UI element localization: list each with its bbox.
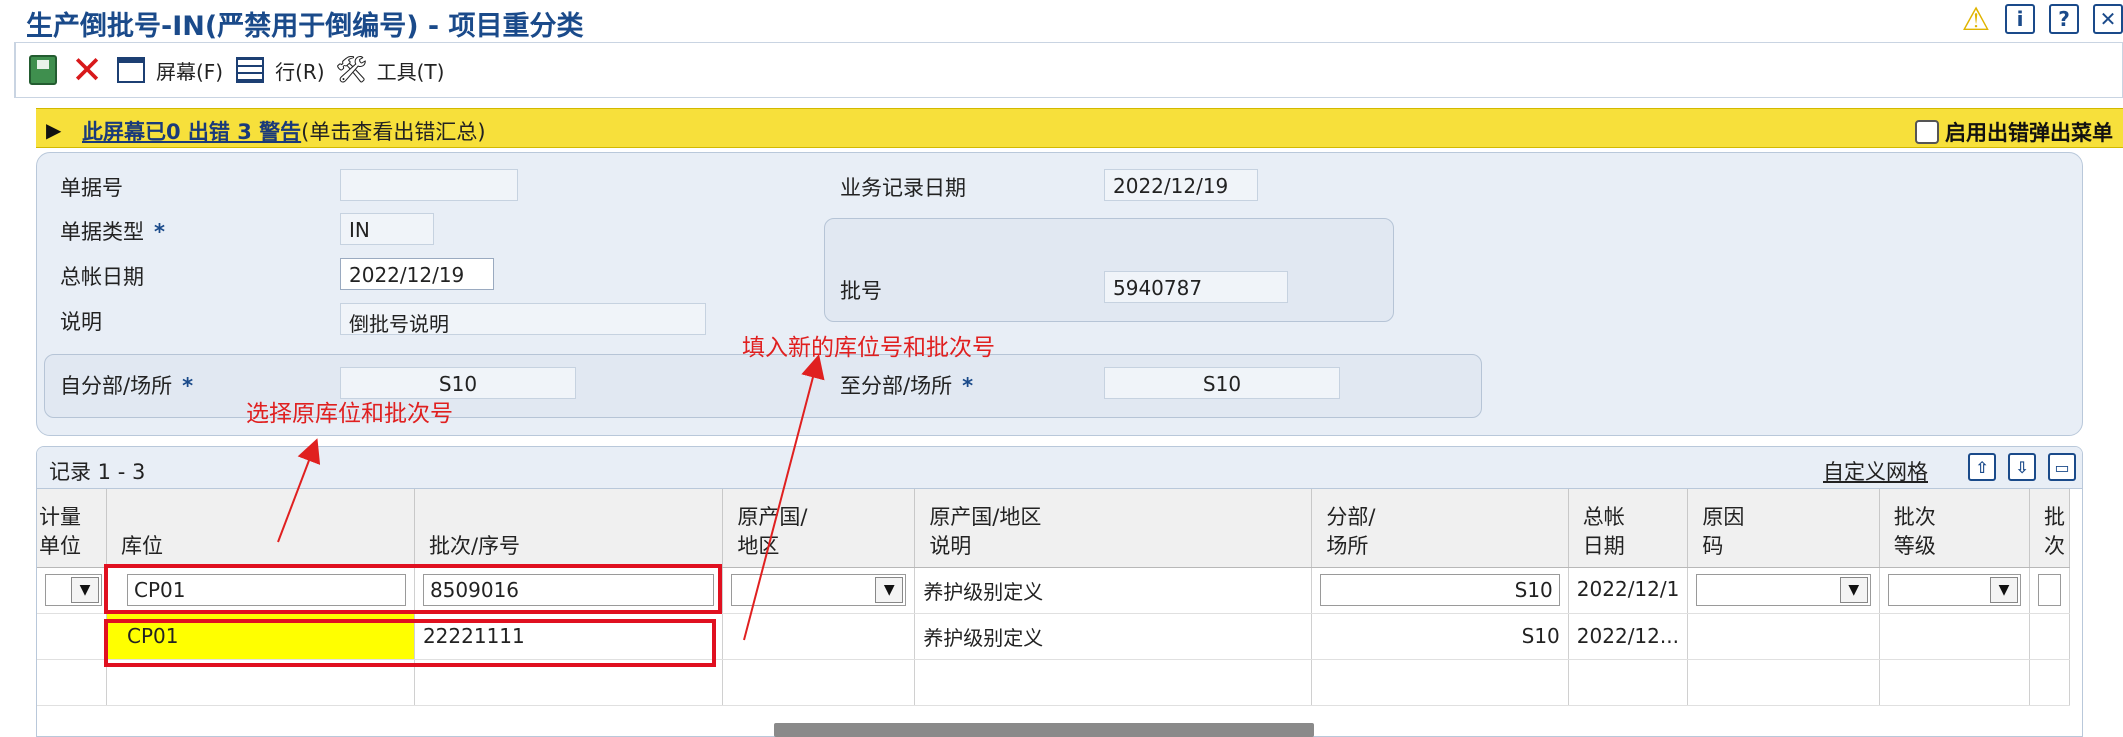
arrow-to-original-note	[277, 438, 321, 543]
arrow-to-new-note	[743, 354, 825, 641]
annotation-arrows	[277, 354, 825, 641]
